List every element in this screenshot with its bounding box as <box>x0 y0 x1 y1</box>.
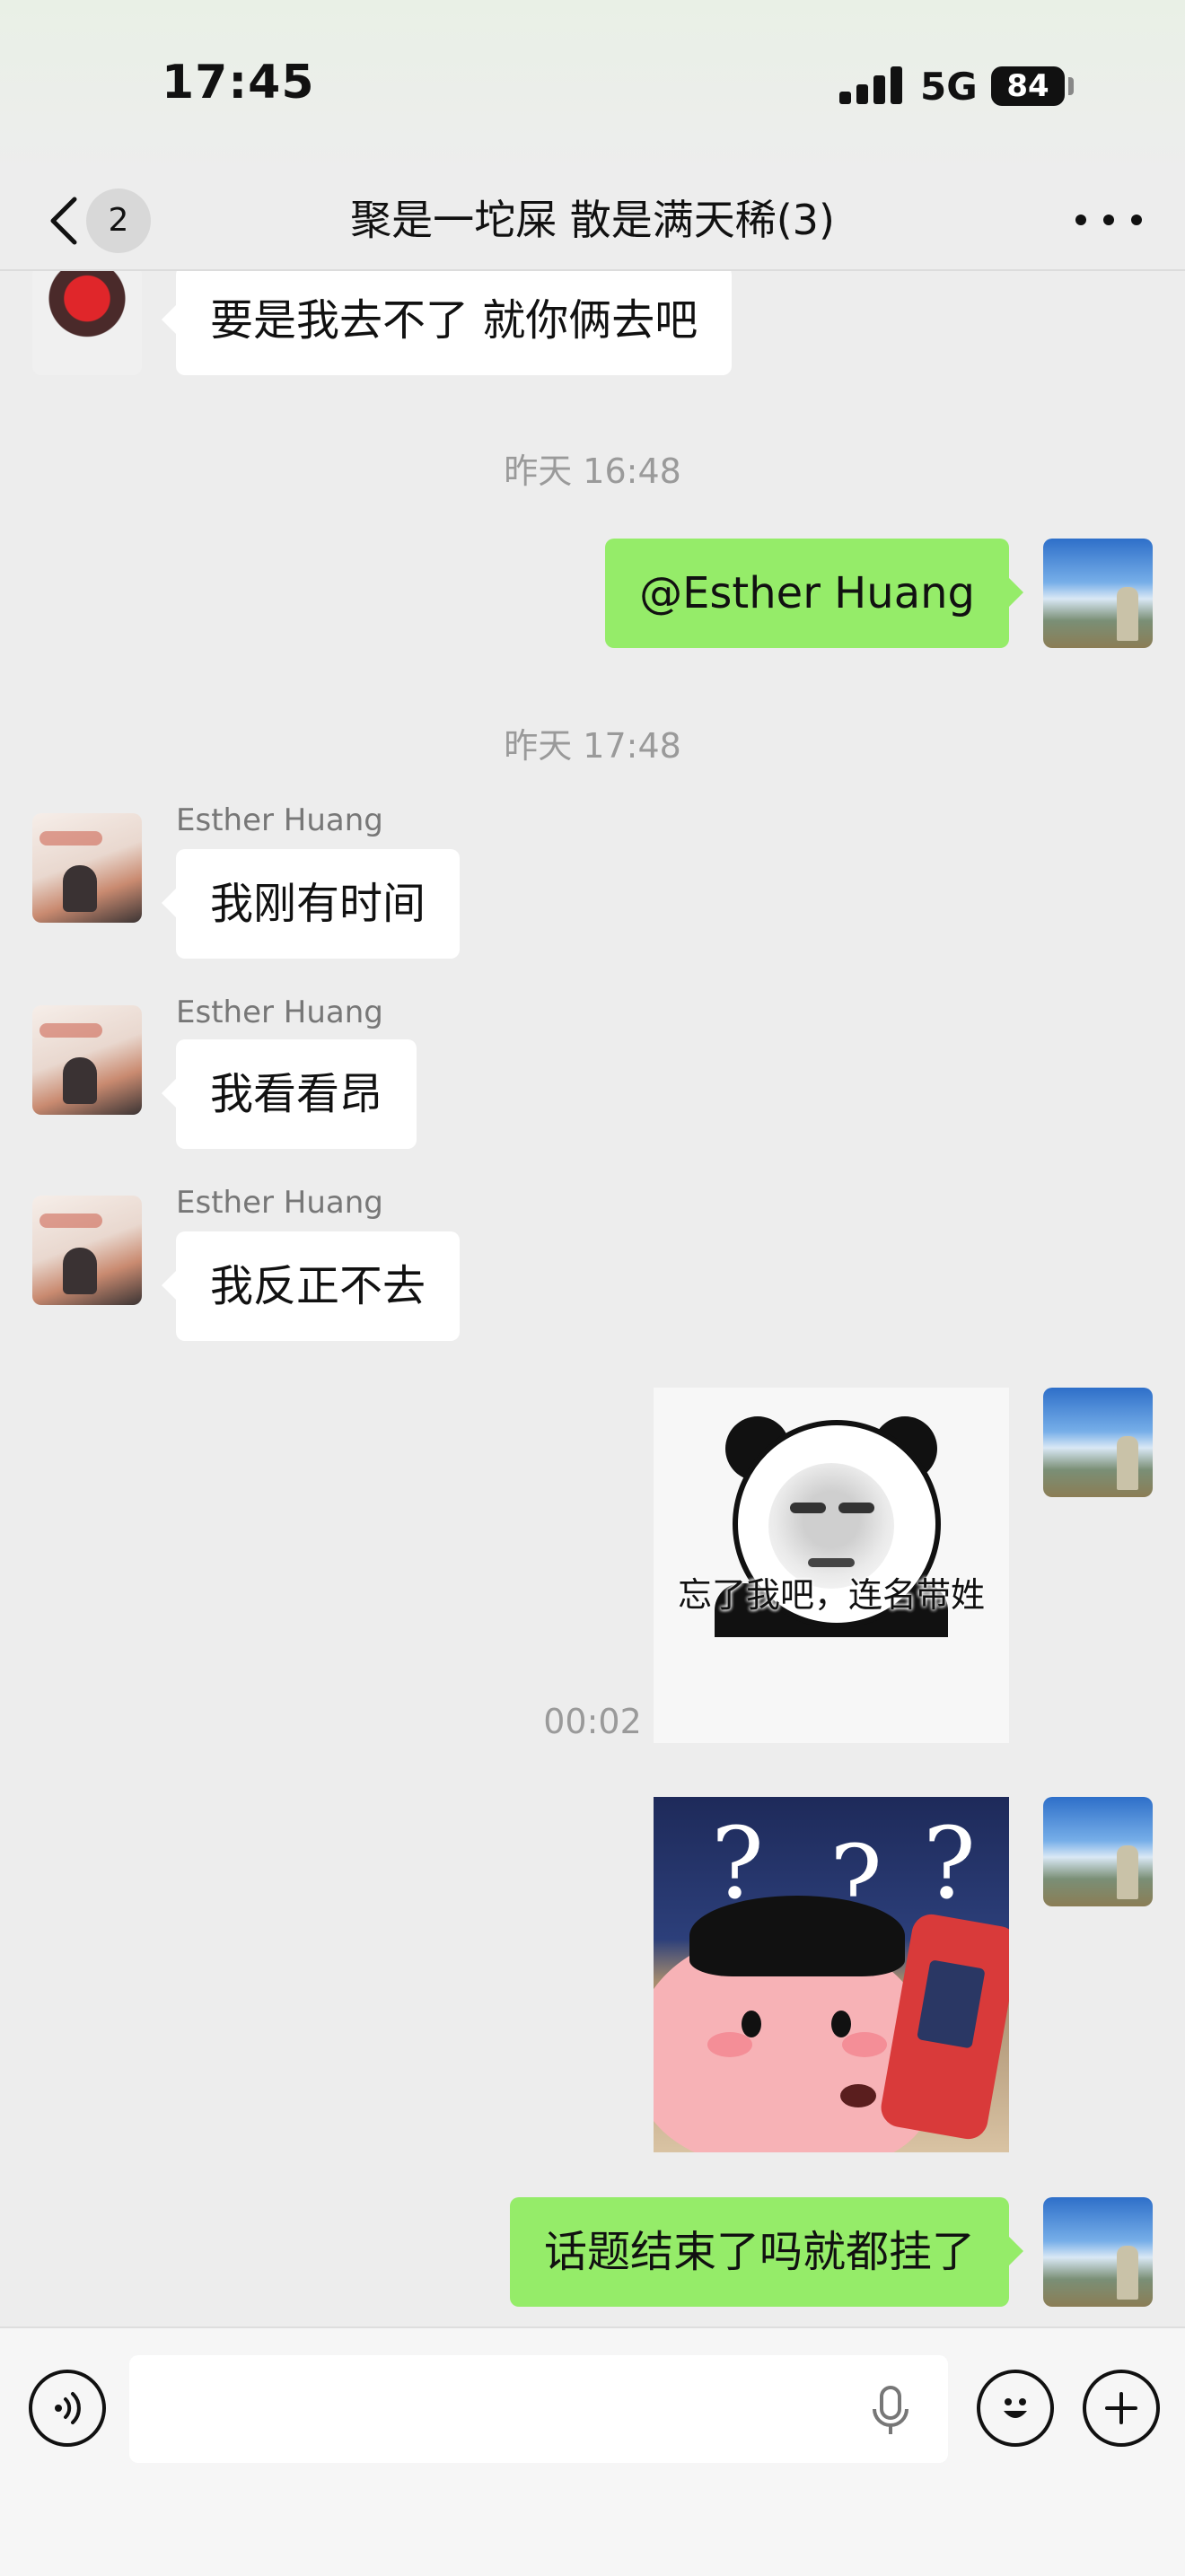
message-bubble[interactable]: 要是我去不了 就你俩去吧 <box>161 271 733 375</box>
avatar[interactable] <box>1043 2197 1153 2307</box>
message-input[interactable] <box>129 2355 948 2463</box>
avatar[interactable] <box>32 1196 142 1305</box>
sticker-panda-meme[interactable]: 忘了我吧，连名带姓 <box>654 1388 1009 1743</box>
microphone-icon <box>873 2386 908 2434</box>
network-type: 5G <box>920 65 978 109</box>
avatar[interactable] <box>32 271 142 375</box>
sender-name: Esther Huang <box>176 1185 383 1221</box>
plus-button[interactable] <box>1083 2370 1160 2447</box>
input-bar <box>0 2326 1185 2576</box>
unread-count-badge[interactable]: 2 <box>86 188 151 253</box>
mic-button[interactable] <box>865 2384 916 2438</box>
chat-title: 聚是一坨屎 散是满天稀(3) <box>350 196 835 244</box>
voice-icon <box>55 2392 81 2424</box>
chat-area[interactable]: 要是我去不了 就你俩去吧 昨天 16:48 @Esther Huang 昨天 1… <box>0 271 1185 2326</box>
message-bubble[interactable]: 话题结束了吗就都挂了 <box>509 2197 1024 2307</box>
timestamp: 昨天 17:48 <box>504 726 681 766</box>
voice-button[interactable] <box>29 2370 106 2447</box>
plus-icon <box>1105 2392 1137 2424</box>
emoji-icon <box>1004 2398 1027 2418</box>
sticker-caption: 忘了我吧，连名带姓 <box>677 1575 985 1615</box>
ellipsis-icon <box>1075 215 1086 225</box>
emoji-button[interactable] <box>977 2370 1054 2447</box>
battery-cap <box>1068 77 1074 95</box>
avatar[interactable] <box>1043 1797 1153 1906</box>
sender-name: Esther Huang <box>176 802 383 838</box>
nav-bar: 聚是一坨屎 散是满天稀(3) 2 <box>0 171 1185 271</box>
signal-icon <box>839 66 904 104</box>
more-button[interactable] <box>1075 196 1142 244</box>
message-bubble[interactable]: @Esther Huang <box>605 539 1023 648</box>
chevron-left-icon <box>50 197 77 245</box>
avatar[interactable] <box>32 1005 142 1115</box>
status-bar: 17:45 5G 84 <box>0 0 1185 171</box>
sticker-shinchan-meme[interactable]: ? ? ? <box>654 1797 1009 2152</box>
avatar[interactable] <box>32 813 142 923</box>
sender-name: Esther Huang <box>176 994 383 1030</box>
battery-icon: 84 <box>991 66 1065 106</box>
back-button[interactable] <box>36 183 90 258</box>
question-mark: ? <box>923 1806 976 1921</box>
message-bubble[interactable]: 我看看昂 <box>161 1039 417 1149</box>
timestamp: 昨天 16:48 <box>504 451 681 491</box>
message-bubble[interactable]: 我反正不去 <box>161 1231 461 1341</box>
message-bubble[interactable]: 我刚有时间 <box>161 849 461 959</box>
avatar[interactable] <box>1043 1388 1153 1497</box>
avatar[interactable] <box>1043 539 1153 648</box>
status-time: 17:45 <box>162 56 315 110</box>
timestamp: 00:02 <box>543 1702 642 1741</box>
